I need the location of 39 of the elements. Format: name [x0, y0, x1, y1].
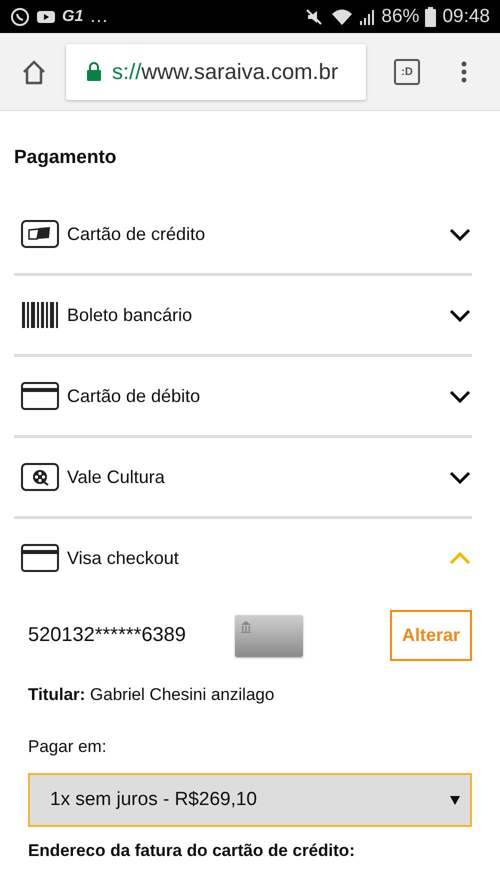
option-label: Cartão de débito — [67, 386, 202, 406]
payment-option[interactable]: Cartão de débito — [14, 357, 472, 438]
page-title: Pagamento — [14, 146, 118, 170]
payment-option[interactable]: Cartão de crédito — [14, 195, 472, 276]
film-reel-icon — [21, 463, 59, 491]
notification-overflow: … — [89, 6, 108, 28]
chevron-down-icon[interactable] — [448, 469, 472, 485]
card-holder: Titular: Gabriel Chesini anzilago — [28, 685, 276, 705]
clock: 09:48 — [442, 6, 490, 28]
card-icon — [21, 382, 59, 410]
payment-option[interactable]: Vale Cultura — [14, 438, 472, 519]
barcode-icon — [21, 301, 59, 329]
bank-card-icon — [235, 614, 303, 656]
card-icon — [21, 544, 59, 572]
payment-option[interactable]: Visa checkout — [14, 519, 472, 600]
installments-label: Pagar em: — [28, 737, 108, 757]
option-label: Boleto bancário — [67, 304, 194, 326]
option-label: Visa checkout — [67, 548, 180, 568]
url-text: s://www.saraiva.com.br — [112, 58, 338, 84]
wifi-icon — [331, 8, 354, 26]
chevron-down-icon[interactable] — [448, 388, 472, 404]
address-bar[interactable]: s://www.saraiva.com.br — [66, 44, 366, 100]
payment-option[interactable]: Boleto bancário — [14, 276, 472, 357]
option-label: Cartão de crédito — [67, 224, 206, 244]
lock-icon — [86, 62, 102, 81]
battery-percent: 86% — [381, 6, 420, 28]
option-label: Vale Cultura — [67, 466, 166, 488]
card-number: 520132******6389 — [28, 624, 187, 647]
tab-switcher[interactable]: :D — [394, 58, 420, 84]
installments-select[interactable]: 1x sem juros - R$269,10 — [28, 773, 472, 827]
menu-icon[interactable] — [460, 60, 468, 84]
dropdown-icon — [450, 796, 460, 804]
chevron-down-icon[interactable] — [448, 226, 472, 242]
chevron-down-icon[interactable] — [448, 307, 472, 323]
credit-card-icon — [21, 220, 59, 248]
news-logo: G1 — [62, 8, 84, 26]
signal-icon — [359, 8, 376, 26]
section-heading: Endereco da fatura do cartão de crédito: — [28, 841, 356, 861]
battery-icon — [425, 6, 436, 26]
